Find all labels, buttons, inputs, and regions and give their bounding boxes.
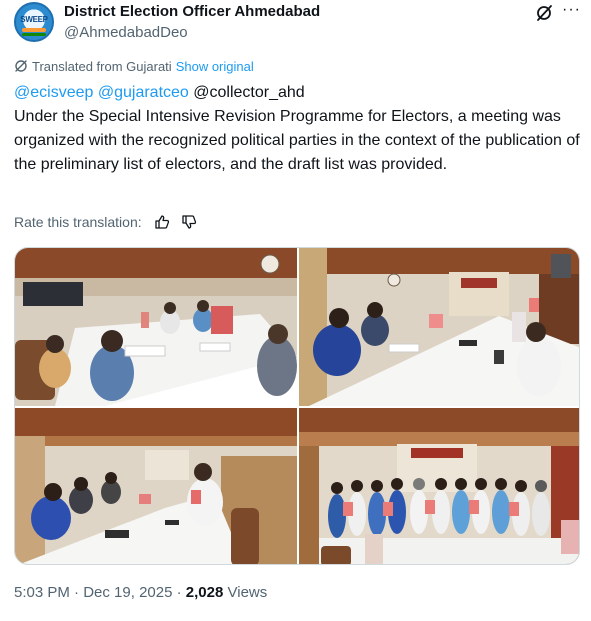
mention-text: @collector_ahd [193, 84, 305, 101]
avatar[interactable]: SWEEP [14, 2, 54, 42]
display-name[interactable]: District Election Officer Ahmedabad [64, 3, 320, 20]
show-original-link[interactable]: Show original [176, 59, 254, 74]
views-count: 2,028 [185, 584, 224, 601]
grok-icon[interactable] [535, 4, 553, 22]
more-icon[interactable]: ··· [562, 2, 580, 20]
mention-link[interactable]: @gujaratceo [98, 84, 189, 101]
media-grid [14, 247, 580, 565]
meta-separator: · [74, 584, 80, 601]
meeting-photo-2[interactable] [299, 248, 579, 406]
translate-icon [15, 60, 27, 72]
rate-translation: Rate this translation: [14, 214, 197, 230]
tweet-text: @ecisveep @gujaratceo @collector_ahd Und… [14, 81, 580, 177]
thumbs-up-icon[interactable] [154, 214, 170, 230]
tweet-meta: 5:03 PM · Dec 19, 2025 · 2,028 Views [14, 584, 267, 601]
avatar-logo-text: SWEEP [20, 15, 48, 24]
tweet-time[interactable]: 5:03 PM [14, 584, 70, 601]
meta-separator: · [176, 584, 182, 601]
meeting-photo-4[interactable] [299, 408, 579, 564]
meeting-photo-3[interactable] [15, 408, 297, 564]
thumbs-down-icon[interactable] [181, 214, 197, 230]
tweet-body: Under the Special Intensive Revision Pro… [14, 108, 580, 173]
tweet-date[interactable]: Dec 19, 2025 [83, 584, 172, 601]
meeting-photo-1[interactable] [15, 248, 297, 406]
translation-notice: Translated from Gujarati Show original [14, 59, 254, 75]
rate-label: Rate this translation: [14, 214, 142, 230]
tweet-header: SWEEP District Election Officer Ahmedaba… [14, 2, 584, 46]
user-handle[interactable]: @AhmedabadDeo [64, 24, 188, 41]
views-label: Views [227, 584, 268, 601]
mention-link[interactable]: @ecisveep [14, 84, 93, 101]
translated-label: Translated from Gujarati [32, 59, 172, 74]
